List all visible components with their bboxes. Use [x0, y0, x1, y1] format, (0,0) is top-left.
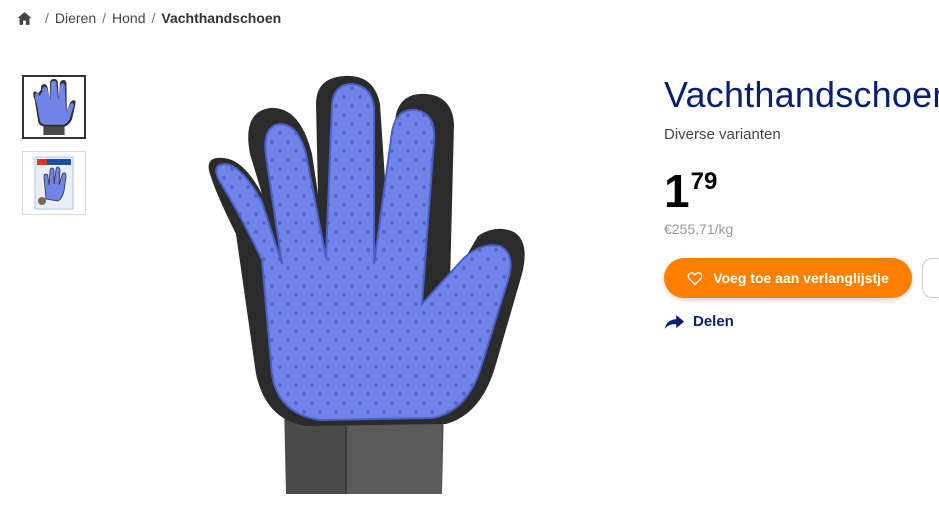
price-euros: 1: [664, 165, 690, 217]
breadcrumb-separator: /: [151, 10, 156, 26]
product-subtitle: Diverse varianten: [664, 126, 781, 143]
price-cents: 79: [690, 168, 718, 195]
product-main-image: [196, 74, 532, 498]
share-arrow-icon: [664, 314, 685, 329]
glove-thumbnail-icon: [33, 79, 76, 135]
share-label: Delen: [693, 313, 734, 330]
grooming-glove-image: [208, 75, 525, 494]
breadcrumb-item-dieren[interactable]: Dieren: [55, 10, 96, 26]
thumbnail-package[interactable]: [22, 151, 86, 215]
unit-price: €255,71/kg: [664, 221, 734, 237]
home-icon[interactable]: [16, 10, 33, 27]
product-title: Vachthandschoen: [664, 74, 939, 115]
product-price: 1 79: [664, 168, 717, 214]
glove-package-thumbnail-icon: [34, 156, 74, 210]
breadcrumb-current: Vachthandschoen: [161, 10, 282, 26]
share-button[interactable]: Delen: [664, 313, 734, 330]
breadcrumb-separator: /: [102, 10, 107, 26]
secondary-action-button[interactable]: [922, 258, 939, 298]
breadcrumb: / Dieren / Hond / Vachthandschoen: [16, 8, 281, 28]
heart-outline-icon: [687, 271, 703, 285]
thumbnail-glove[interactable]: [22, 75, 86, 139]
add-to-wishlist-button[interactable]: Voeg toe aan verlanglijstje: [664, 258, 912, 298]
wishlist-label: Voeg toe aan verlanglijstje: [713, 270, 889, 286]
breadcrumb-separator: /: [45, 10, 49, 26]
breadcrumb-item-hond[interactable]: Hond: [112, 10, 145, 26]
